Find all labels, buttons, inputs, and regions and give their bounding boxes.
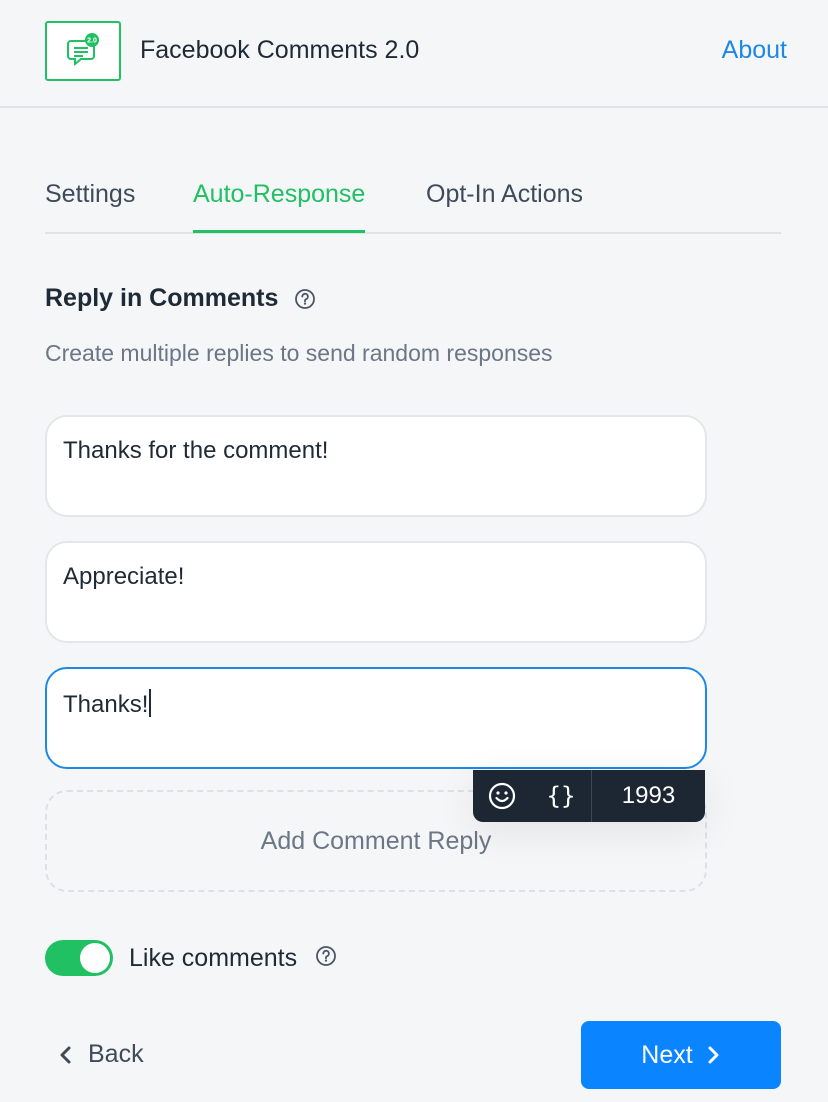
insert-variable-button[interactable]: {} — [531, 770, 591, 822]
tab-opt-in-actions[interactable]: Opt-In Actions — [426, 180, 583, 232]
reply-input[interactable]: Thanks for the comment! — [45, 415, 707, 517]
app-icon-badge: 2.0 — [87, 38, 97, 45]
help-icon[interactable] — [294, 288, 316, 310]
reply-toolbar: {} 1993 — [473, 770, 705, 822]
reply-input[interactable]: Appreciate! — [45, 541, 707, 643]
section-description: Create multiple replies to send random r… — [45, 340, 553, 366]
section-title-text: Reply in Comments — [45, 284, 279, 312]
reply-text: Thanks! — [63, 691, 149, 718]
help-icon[interactable] — [315, 945, 337, 972]
like-comments-row: Like comments — [45, 940, 337, 976]
app-header: 2.0 Facebook Comments 2.0 About — [0, 0, 828, 108]
about-link[interactable]: About — [722, 36, 787, 65]
toggle-knob — [80, 943, 110, 973]
app-logo: 2.0 — [45, 21, 121, 81]
tab-bar: Settings Auto-Response Opt-In Actions — [45, 168, 781, 234]
app-title: Facebook Comments 2.0 — [140, 36, 420, 64]
reply-text: Appreciate! — [63, 563, 185, 590]
like-comments-toggle[interactable] — [45, 940, 113, 976]
character-count: 1993 — [621, 782, 676, 809]
chevron-left-icon — [60, 1046, 71, 1063]
next-label: Next — [641, 1040, 693, 1069]
next-button[interactable]: Next — [581, 1021, 781, 1089]
emoji-button[interactable] — [473, 770, 531, 822]
comment-badge-icon: 2.0 — [67, 33, 99, 67]
text-caret — [149, 689, 152, 717]
back-label: Back — [88, 1040, 144, 1068]
chevron-right-icon — [708, 1046, 719, 1064]
reply-input-focused[interactable]: Thanks! — [45, 667, 707, 769]
back-button[interactable]: Back — [58, 1040, 144, 1069]
smiley-icon — [488, 782, 516, 810]
tab-auto-response[interactable]: Auto-Response — [193, 180, 366, 233]
reply-text: Thanks for the comment! — [63, 437, 329, 464]
like-comments-label: Like comments — [129, 943, 298, 972]
section-title: Reply in Comments — [45, 284, 316, 313]
tab-settings[interactable]: Settings — [45, 180, 135, 232]
